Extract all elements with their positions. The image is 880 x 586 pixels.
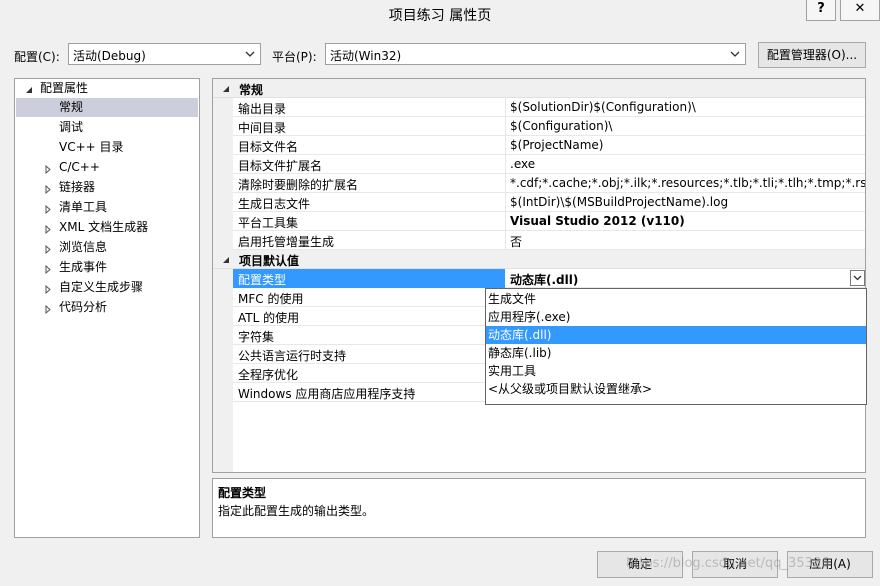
ok-button[interactable]: 确定: [597, 551, 683, 578]
category-project-defaults[interactable]: 项目默认值: [213, 250, 865, 269]
expanded-arrow-icon[interactable]: [222, 85, 230, 93]
close-button[interactable]: ✕: [840, 0, 880, 21]
window-title: 项目练习 属性页: [388, 8, 492, 24]
config-select[interactable]: 活动(Debug): [68, 43, 261, 65]
tree-item-custom-build[interactable]: 自定义生成步骤: [59, 278, 143, 297]
expanded-arrow-icon[interactable]: [222, 256, 230, 264]
tree-item-manifest-tool[interactable]: 清单工具: [59, 198, 107, 217]
option-static-library[interactable]: 静态库(.lib): [486, 344, 866, 362]
property-row[interactable]: 清除时要删除的扩展名 *.cdf;*.cache;*.obj;*.ilk;*.re…: [233, 174, 865, 193]
property-name: MFC 的使用: [238, 292, 304, 306]
tree-item-debugging[interactable]: 调试: [59, 118, 83, 137]
tree-item-general[interactable]: 常规: [59, 98, 83, 117]
cancel-button[interactable]: 取消: [692, 551, 778, 578]
property-row-config-type[interactable]: 配置类型 动态库(.dll): [233, 269, 865, 288]
property-row[interactable]: 目标文件名 $(ProjectName): [233, 136, 865, 155]
property-value[interactable]: Visual Studio 2012 (v110): [510, 214, 685, 228]
collapsed-arrow-icon[interactable]: [45, 305, 51, 314]
property-name: Windows 应用商店应用程序支持: [238, 387, 416, 401]
property-name: 公共语言运行时支持: [238, 349, 347, 363]
property-name: 生成日志文件: [238, 197, 311, 211]
property-name: ATL 的使用: [238, 311, 300, 325]
tree-item-xml-doc[interactable]: XML 文档生成器: [59, 218, 148, 237]
tree-item-general-selected[interactable]: [16, 98, 198, 117]
property-name: 中间目录: [238, 121, 287, 135]
tree-item-vc-directories[interactable]: VC++ 目录: [59, 138, 124, 157]
config-label: 配置(C):: [14, 50, 60, 64]
description-title: 配置类型: [218, 486, 267, 500]
tree-item-browse-info[interactable]: 浏览信息: [59, 238, 107, 257]
category-label: 常规: [239, 83, 264, 97]
property-row[interactable]: 启用托管增量生成 否: [233, 231, 865, 250]
platform-label: 平台(P):: [272, 50, 317, 64]
property-name: 字符集: [238, 330, 275, 344]
collapsed-arrow-icon[interactable]: [45, 165, 51, 174]
platform-select[interactable]: 活动(Win32): [325, 43, 746, 65]
property-value[interactable]: .exe: [510, 157, 535, 171]
property-row[interactable]: 生成日志文件 $(IntDir)\$(MSBuildProjectName).lo…: [233, 193, 865, 212]
property-value[interactable]: $(SolutionDir)$(Configuration)\: [510, 100, 696, 114]
collapsed-arrow-icon[interactable]: [45, 245, 51, 254]
tree-item-cpp[interactable]: C/C++: [59, 158, 100, 177]
property-row[interactable]: 平台工具集 Visual Studio 2012 (v110): [233, 212, 865, 231]
config-type-dropdown-list[interactable]: 生成文件 应用程序(.exe) 动态库(.dll) 静态库(.lib) 实用工具…: [485, 288, 867, 405]
collapsed-arrow-icon[interactable]: [45, 265, 51, 274]
collapsed-arrow-icon[interactable]: [45, 225, 51, 234]
tree-item-linker[interactable]: 链接器: [59, 178, 95, 197]
tree-item-code-analysis[interactable]: 代码分析: [59, 298, 107, 317]
property-name: 目标文件扩展名: [238, 159, 323, 173]
property-tree: 配置属性 常规 调试 VC++ 目录 C/C++ 链接器 清单工具 XML 文档…: [14, 78, 200, 538]
config-value: 活动(Debug): [73, 49, 146, 63]
category-label: 项目默认值: [239, 254, 300, 268]
dropdown-toggle[interactable]: [850, 270, 865, 286]
property-name: 启用托管增量生成: [238, 235, 335, 249]
property-name: 目标文件名: [238, 140, 299, 154]
apply-button[interactable]: 应用(A): [787, 551, 873, 578]
property-value[interactable]: *.cdf;*.cache;*.obj;*.ilk;*.resources;*.…: [510, 176, 865, 190]
chevron-down-icon: [730, 51, 740, 57]
property-row[interactable]: 目标文件扩展名 .exe: [233, 155, 865, 174]
property-name: 全程序优化: [238, 368, 299, 382]
option-inherit[interactable]: <从父级或项目默认设置继承>: [486, 380, 866, 398]
expanded-arrow-icon[interactable]: [25, 86, 33, 94]
category-general[interactable]: 常规: [213, 79, 865, 98]
help-button[interactable]: ?: [806, 0, 836, 21]
tree-root-config-properties[interactable]: 配置属性: [40, 79, 88, 98]
collapsed-arrow-icon[interactable]: [45, 285, 51, 294]
property-row[interactable]: 中间目录 $(Configuration)\: [233, 117, 865, 136]
option-makefile[interactable]: 生成文件: [486, 290, 866, 308]
platform-value: 活动(Win32): [330, 49, 402, 63]
option-utility[interactable]: 实用工具: [486, 362, 866, 380]
option-application[interactable]: 应用程序(.exe): [486, 308, 866, 326]
config-manager-button[interactable]: 配置管理器(O)...: [758, 42, 866, 68]
description-text: 指定此配置生成的输出类型。: [218, 504, 375, 518]
property-name: 清除时要删除的扩展名: [238, 178, 359, 192]
option-dynamic-library-selected[interactable]: 动态库(.dll): [486, 326, 866, 344]
collapsed-arrow-icon[interactable]: [45, 185, 51, 194]
grid-margin: [213, 79, 233, 472]
property-name: 平台工具集: [238, 216, 299, 230]
tree-item-build-events[interactable]: 生成事件: [59, 258, 107, 277]
chevron-down-icon: [245, 51, 255, 57]
property-name: 输出目录: [238, 102, 287, 116]
property-value[interactable]: 动态库(.dll): [510, 271, 578, 288]
property-value[interactable]: $(ProjectName): [510, 138, 603, 152]
chevron-down-icon: [853, 275, 862, 281]
property-grid: 常规 输出目录 $(SolutionDir)$(Configuration)\ 中…: [212, 78, 866, 473]
property-row[interactable]: 输出目录 $(SolutionDir)$(Configuration)\: [233, 98, 865, 117]
property-value[interactable]: 否: [510, 233, 522, 250]
property-value[interactable]: $(Configuration)\: [510, 119, 612, 133]
description-panel: 配置类型 指定此配置生成的输出类型。: [212, 478, 866, 538]
property-value[interactable]: $(IntDir)\$(MSBuildProjectName).log: [510, 195, 728, 209]
collapsed-arrow-icon[interactable]: [45, 205, 51, 214]
property-name: 配置类型: [238, 273, 287, 287]
